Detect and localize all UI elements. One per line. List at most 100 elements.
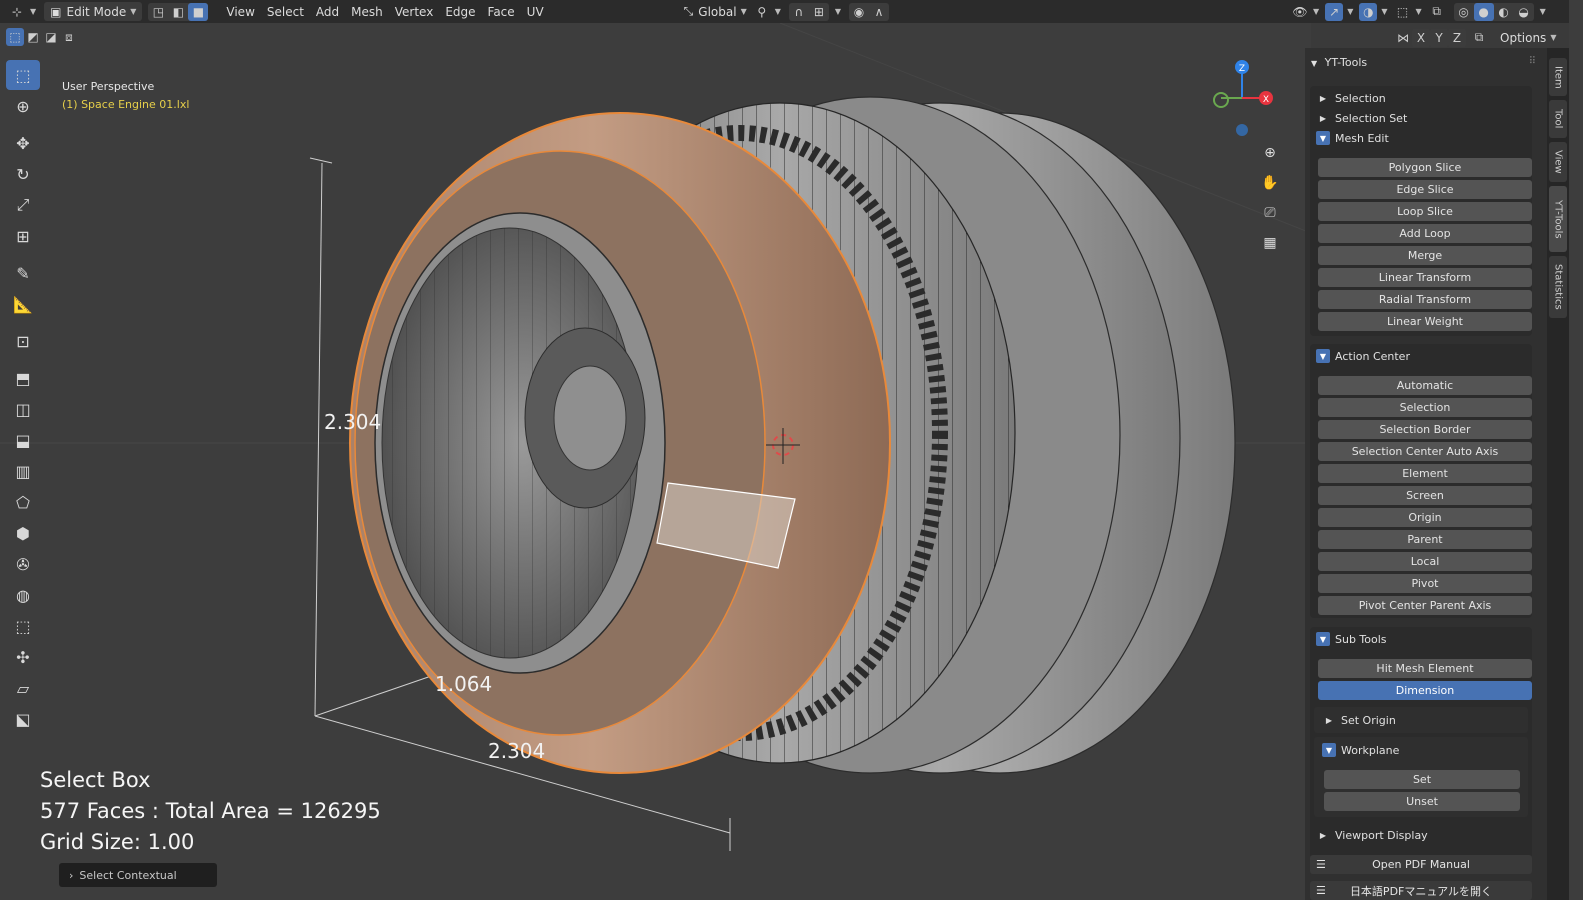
3d-viewport[interactable]: User Perspective (1) Space Engine 01.lxl…	[0, 23, 1311, 900]
chevron-down-icon[interactable]: ▼	[1540, 7, 1546, 16]
rendered-shading-icon[interactable]: ◒	[1514, 3, 1534, 21]
chevron-down-icon[interactable]: ▼	[30, 7, 36, 16]
move-tool-icon[interactable]: ✥	[6, 128, 40, 158]
select-intersect-icon[interactable]: ⧈	[60, 28, 78, 46]
pivot-button[interactable]: Pivot	[1318, 574, 1532, 593]
edge-select-icon[interactable]: ◧	[168, 3, 188, 21]
tab-view[interactable]: View	[1549, 142, 1567, 182]
section-selection[interactable]: ▶ Selection	[1310, 88, 1532, 108]
pivot-center-parent-axis-button[interactable]: Pivot Center Parent Axis	[1318, 596, 1532, 615]
shrink-fatten-tool-icon[interactable]: ✣	[6, 642, 40, 672]
falloff-icon[interactable]: ∧	[869, 3, 889, 21]
mode-selector[interactable]: ▣ Edit Mode ▼	[44, 2, 143, 21]
options-dropdown[interactable]: Options ▼	[1494, 28, 1562, 47]
dimension-button[interactable]: Dimension	[1318, 681, 1532, 700]
parent-button[interactable]: Parent	[1318, 530, 1532, 549]
open-jp-pdf-button[interactable]: ☰ 日本語PDFマニュアルを開く	[1310, 881, 1532, 900]
menu-add[interactable]: Add	[310, 2, 345, 21]
auto-merge-icon[interactable]: ⧉	[1470, 29, 1488, 47]
section-action-center[interactable]: ▼ Action Center	[1310, 346, 1532, 366]
wireframe-shading-icon[interactable]: ◎	[1454, 3, 1474, 21]
local-button[interactable]: Local	[1318, 552, 1532, 571]
editor-type-icon[interactable]: ⊹	[8, 3, 26, 21]
chevron-down-icon[interactable]: ▼	[835, 7, 841, 16]
smooth-tool-icon[interactable]: ◍	[6, 580, 40, 610]
section-mesh-edit[interactable]: ▼ Mesh Edit	[1310, 128, 1532, 148]
add-cube-tool-icon[interactable]: ⊡	[6, 326, 40, 356]
screen-button[interactable]: Screen	[1318, 486, 1532, 505]
mirror-x-toggle[interactable]: X	[1412, 28, 1430, 47]
spin-tool-icon[interactable]: ✇	[6, 549, 40, 579]
butterfly-icon[interactable]: ⋈	[1394, 29, 1412, 47]
edge-slide-tool-icon[interactable]: ⬚	[6, 611, 40, 641]
camera-icon[interactable]: ⎚	[1257, 200, 1283, 226]
hit-mesh-element-button[interactable]: Hit Mesh Element	[1318, 659, 1532, 678]
tab-tool[interactable]: Tool	[1549, 100, 1567, 138]
overlay-toggle-icon[interactable]: ◑	[1359, 2, 1378, 21]
section-selection-set[interactable]: ▶ Selection Set	[1310, 108, 1532, 128]
proportional-edit-icon[interactable]: ◉	[849, 3, 869, 21]
cursor-tool-icon[interactable]: ⊕	[6, 91, 40, 121]
automatic-button[interactable]: Automatic	[1318, 376, 1532, 395]
menu-vertex[interactable]: Vertex	[389, 2, 440, 21]
workplane-unset-button[interactable]: Unset	[1324, 792, 1520, 811]
loop-slice-button[interactable]: Loop Slice	[1318, 202, 1532, 221]
inset-tool-icon[interactable]: ◫	[6, 394, 40, 424]
magnet-icon[interactable]: ∩	[789, 3, 809, 21]
sidebar-header[interactable]: ▼ YT-Tools	[1311, 56, 1367, 69]
navigation-gizmo[interactable]: Z X	[1200, 53, 1290, 143]
selection-border-button[interactable]: Selection Border	[1318, 420, 1532, 439]
select-new-icon[interactable]: ⬚	[6, 28, 24, 46]
select-extend-icon[interactable]: ◩	[24, 28, 42, 46]
polygon-slice-button[interactable]: Polygon Slice	[1318, 158, 1532, 177]
menu-select[interactable]: Select	[261, 2, 310, 21]
extrude-tool-icon[interactable]: ⬒	[6, 363, 40, 393]
poly-build-tool-icon[interactable]: ⬢	[6, 518, 40, 548]
visibility-eye-icon[interactable]: 👁	[1291, 3, 1309, 21]
menu-uv[interactable]: UV	[521, 2, 550, 21]
selection-button[interactable]: Selection	[1318, 398, 1532, 417]
knife-tool-icon[interactable]: ⬠	[6, 487, 40, 517]
transform-tool-icon[interactable]: ⊞	[6, 221, 40, 251]
loop-cut-tool-icon[interactable]: ▥	[6, 456, 40, 486]
menu-face[interactable]: Face	[482, 2, 521, 21]
measure-tool-icon[interactable]: 📐	[6, 289, 40, 319]
section-workplane[interactable]: ▼ Workplane	[1314, 737, 1528, 763]
scale-tool-icon[interactable]: ⤢	[6, 190, 40, 220]
edge-slice-button[interactable]: Edge Slice	[1318, 180, 1532, 199]
chevron-down-icon[interactable]: ▼	[1381, 7, 1387, 16]
menu-view[interactable]: View	[220, 2, 260, 21]
face-select-icon[interactable]: ■	[188, 2, 209, 21]
material-shading-icon[interactable]: ◐	[1494, 3, 1514, 21]
rip-tool-icon[interactable]: ⬕	[6, 704, 40, 734]
vertex-select-icon[interactable]: ◳	[148, 3, 168, 21]
select-box-tool-icon[interactable]: ⬚	[6, 60, 40, 90]
subpanel-set-origin[interactable]: ▶ Set Origin	[1314, 707, 1528, 733]
menu-mesh[interactable]: Mesh	[345, 2, 389, 21]
chevron-down-icon[interactable]: ▼	[1347, 7, 1353, 16]
orientation-selector[interactable]: ⤡ Global ▼	[678, 2, 753, 21]
radial-transform-button[interactable]: Radial Transform	[1318, 290, 1532, 309]
select-subtract-icon[interactable]: ◪	[42, 28, 60, 46]
linear-transform-button[interactable]: Linear Transform	[1318, 268, 1532, 287]
mirror-y-toggle[interactable]: Y	[1430, 28, 1448, 47]
section-sub-tools[interactable]: ▼ Sub Tools	[1310, 629, 1532, 649]
drag-handle-icon[interactable]: ⠿	[1529, 56, 1537, 67]
merge-button[interactable]: Merge	[1318, 246, 1532, 265]
shear-tool-icon[interactable]: ▱	[6, 673, 40, 703]
mirror-z-toggle[interactable]: Z	[1448, 28, 1466, 47]
selection-center-auto-axis-button[interactable]: Selection Center Auto Axis	[1318, 442, 1532, 461]
select-contextual-panel[interactable]: › Select Contextual	[59, 863, 217, 887]
pan-hand-icon[interactable]: ✋	[1257, 170, 1283, 196]
origin-button[interactable]: Origin	[1318, 508, 1532, 527]
mesh-overlay-icon[interactable]: ⬚	[1394, 3, 1412, 21]
annotate-tool-icon[interactable]: ✎	[6, 258, 40, 288]
snap-target-icon[interactable]: ⊞	[809, 3, 829, 21]
chevron-down-icon[interactable]: ▼	[1416, 7, 1422, 16]
grid-perspective-icon[interactable]: ▦	[1257, 230, 1283, 256]
add-loop-button[interactable]: Add Loop	[1318, 224, 1532, 243]
rotate-tool-icon[interactable]: ↻	[6, 159, 40, 189]
solid-shading-icon[interactable]: ●	[1473, 2, 1494, 21]
gizmo-toggle-icon[interactable]: ↗	[1325, 2, 1344, 21]
open-pdf-manual-button[interactable]: ☰ Open PDF Manual	[1310, 855, 1532, 874]
